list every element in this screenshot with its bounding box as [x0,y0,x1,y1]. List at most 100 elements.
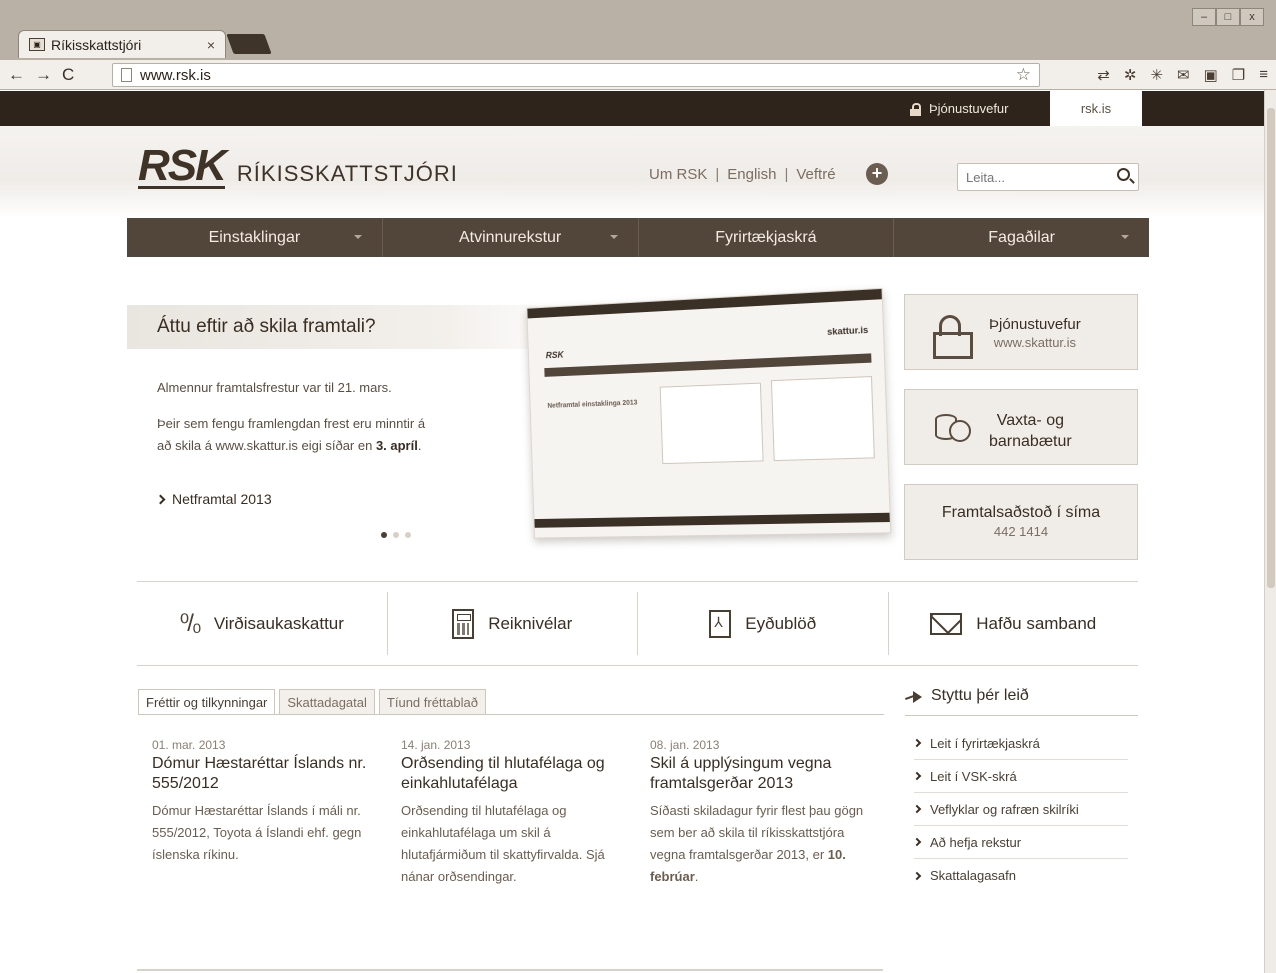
nav-item-fyrirtaekjaskra[interactable]: Fyrirtækjaskrá [639,218,895,257]
service-portal-label: Þjónustuvefur [929,101,1009,116]
shortcut-link[interactable]: Skattalagasafn [912,859,1128,892]
quick-link-calculators[interactable]: Reiknivélar [388,592,638,655]
chevron-right-icon [912,837,922,847]
netframtal-link[interactable]: Netframtal 2013 [155,491,272,507]
carousel-dot[interactable] [381,532,387,538]
hero-paragraph-2: Þeir sem fengu framlengdan frest eru min… [157,413,427,457]
search-icon[interactable] [1117,168,1130,181]
carousel-dot[interactable] [405,532,411,538]
news-title-link[interactable]: Orðsending til hlutafélaga og einkahluta… [401,754,631,794]
carousel-dots [381,532,411,538]
news-title-link[interactable]: Dómur Hæstaréttar Íslands nr. 555/2012 [152,754,387,794]
screenshot-panel [659,382,764,465]
chevron-right-icon [912,804,922,814]
news-item: 08. jan. 2013 Skil á upplýsingum vegna f… [650,738,875,888]
news-title-link[interactable]: Skil á upplýsingum vegna framtalsgerðar … [650,754,875,794]
nav-item-atvinnurekstur[interactable]: Atvinnurekstur [383,218,639,257]
chevron-right-icon [912,771,922,781]
site-logo[interactable]: RSK RÍKISSKATTSTJÓRI [138,141,458,190]
phone-help-box[interactable]: Framtalsaðstoð í síma 442 1414 [904,484,1138,560]
benefits-title-line-2: barnabætur [989,433,1072,450]
forward-arrow-icon[interactable]: → [35,65,52,85]
arrow-right-icon [905,691,923,703]
translate-icon[interactable]: ⇄ [1097,66,1110,84]
link-separator: | [715,166,720,183]
skattur-screenshot-image[interactable]: RSK skattur.is Netframtal einstaklinga 2… [526,287,892,539]
extension-window-icon[interactable]: ❐ [1232,66,1245,84]
quick-link-contact[interactable]: Hafðu samband [889,592,1139,655]
calculator-icon [452,608,475,639]
main-navigation: Einstaklingar Atvinnurekstur Fyrirtækjas… [127,218,1149,257]
quick-link-label: Virðisaukaskattur [213,613,344,633]
site-favicon-icon: ▣ [29,38,45,51]
bookmark-star-icon[interactable]: ☆ [1016,65,1031,85]
scrollbar-thumb[interactable] [1267,108,1275,588]
shortcuts-underline [905,715,1138,716]
benefits-box[interactable]: Vaxta- og barnabætur [904,389,1138,465]
page-scrollbar[interactable] [1264,90,1276,973]
service-portal-link[interactable]: Þjónustuvefur [910,91,1009,126]
english-link[interactable]: English [727,166,776,183]
news-body: Síðasti skiladagur fyrir flest þau gögn … [650,800,875,888]
shortcut-link[interactable]: Leit í VSK-skrá [912,760,1128,793]
phone-help-number: 442 1414 [993,524,1049,539]
web-page: Þjónustuvefur rsk.is RSK RÍKISSKATTSTJÓR… [0,91,1264,973]
shortcut-link[interactable]: Að hefja rekstur [912,826,1128,859]
quick-link-vat[interactable]: ⁰/₀ Virðisaukaskattur [137,592,388,655]
news-item: 14. jan. 2013 Orðsending til hlutafélaga… [401,738,631,888]
news-body-end: . [694,869,699,884]
shortcut-label: Skattalagasafn [930,868,1017,883]
tab-news[interactable]: Fréttir og tilkynningar [138,689,276,715]
new-tab-button[interactable] [226,34,272,54]
nav-item-label: Fagaðilar [988,228,1055,246]
shortcut-list: Leit í fyrirtækjaskrá Leit í VSK-skrá Ve… [912,727,1128,892]
close-window-button[interactable]: x [1240,8,1264,26]
tab-tax-calendar[interactable]: Skattadagatal [279,689,375,715]
nav-item-einstaklingar[interactable]: Einstaklingar [127,218,383,257]
about-link[interactable]: Um RSK [649,166,707,183]
screenshot-footer [534,512,890,528]
plus-icon[interactable]: + [866,163,888,185]
tab-tiund[interactable]: Tíund fréttablað [378,689,486,715]
shortcut-link[interactable]: Veflyklar og rafræn skilríki [912,793,1128,826]
chevron-down-icon [353,235,362,239]
quick-link-label: Eyðublöð [745,613,817,633]
shortcut-link[interactable]: Leit í fyrirtækjaskrá [912,727,1128,760]
minimize-button[interactable]: – [1192,8,1216,26]
reload-icon[interactable]: C [62,65,74,85]
chevron-right-icon [155,494,166,504]
search-box[interactable] [957,163,1139,191]
lock-icon [933,315,973,359]
news-date: 01. mar. 2013 [152,738,226,752]
divider [137,665,1138,666]
shortcut-label: Leit í fyrirtækjaskrá [930,735,1040,751]
page-icon [121,68,132,82]
netframtal-link-label: Netframtal 2013 [172,491,272,507]
sitemap-link[interactable]: Veftré [796,166,835,183]
carousel-dot[interactable] [393,532,399,538]
rsk-site-tab[interactable]: rsk.is [1050,91,1142,126]
extension-box-icon[interactable]: ▣ [1204,66,1218,84]
nav-item-fagadilar[interactable]: Fagaðilar [894,218,1149,257]
mail-checker-icon[interactable]: ✉ [1177,66,1190,84]
hero-paragraph-2-end: . [417,438,422,453]
benefits-title-line-1: Vaxta- og [996,412,1064,429]
maximize-button[interactable]: □ [1216,8,1240,26]
screenshot-nav [544,353,872,377]
browser-tab[interactable]: ▣ Ríkisskattstjóri × [18,30,226,58]
logo-mark: RSK [138,141,227,190]
menu-icon[interactable]: ≡ [1259,66,1268,84]
tab-title: Ríkisskattstjóri [51,36,142,53]
search-input[interactable] [966,169,1106,185]
quick-link-forms[interactable]: Eyðublöð [638,592,889,655]
envelope-icon [930,612,963,635]
close-tab-icon[interactable]: × [207,37,215,53]
news-item: 01. mar. 2013 Dómur Hæstaréttar Íslands … [152,738,387,866]
service-portal-box[interactable]: Þjónustuvefur www.skattur.is [904,294,1138,370]
back-arrow-icon[interactable]: ← [8,65,25,85]
extension-bug-icon[interactable]: ✳ [1150,66,1163,84]
screenshot-brand: skattur.is [826,324,869,337]
footer-divider [137,969,883,971]
settings-gear-icon[interactable]: ✲ [1124,66,1137,84]
address-bar[interactable]: www.rsk.is ☆ [112,63,1040,87]
